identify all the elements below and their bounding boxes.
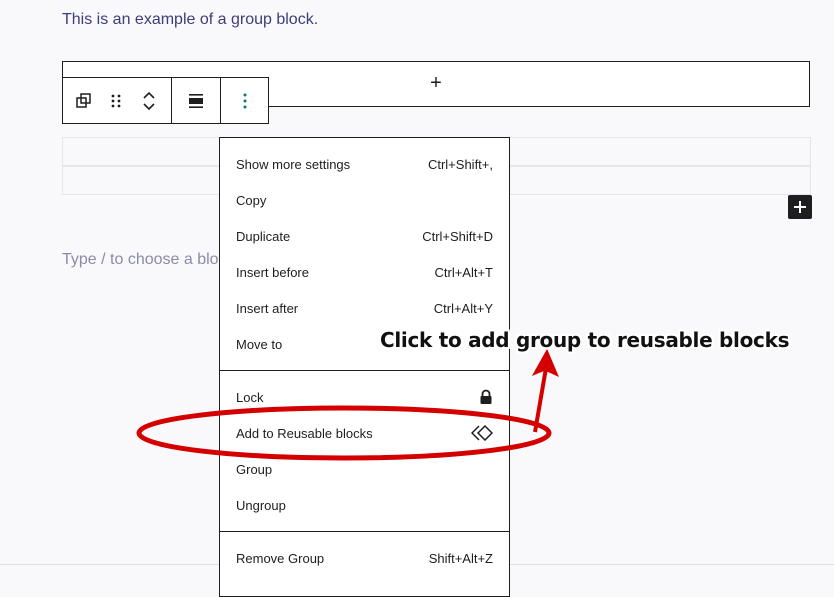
menu-item-add-to-reusable-blocks[interactable]: Add to Reusable blocks [220, 415, 509, 451]
menu-item-label: Insert before [236, 264, 309, 280]
menu-item-insert-after[interactable]: Insert after Ctrl+Alt+Y [220, 290, 509, 326]
menu-item-label: Remove Group [236, 550, 325, 566]
block-movers [127, 78, 171, 123]
menu-item-remove-group[interactable]: Remove Group Shift+Alt+Z [220, 540, 509, 576]
menu-item-show-more-settings[interactable]: Show more settings Ctrl+Shift+, [220, 146, 509, 182]
block-toolbar [62, 77, 269, 124]
menu-item-duplicate[interactable]: Duplicate Ctrl+Shift+D [220, 218, 509, 254]
group-transform-icon [76, 92, 91, 108]
menu-item-label: Copy [236, 192, 267, 208]
menu-item-label: Show more settings [236, 156, 351, 172]
block-options-menu: Show more settings Ctrl+Shift+, Copy Dup… [219, 137, 510, 597]
menu-item-label: Insert after [236, 300, 299, 316]
drag-handle-icon [111, 94, 121, 107]
group-transform-button[interactable] [63, 78, 105, 123]
toolbar-group-align [172, 78, 221, 123]
toolbar-group-options [221, 78, 269, 123]
menu-item-shortcut: Shift+Alt+Z [428, 550, 493, 566]
options-button[interactable] [221, 78, 269, 123]
menu-item-label: Lock [236, 389, 264, 405]
toolbar-group-block [63, 78, 172, 123]
align-button[interactable] [172, 78, 220, 123]
plus-icon [794, 201, 806, 213]
move-down-icon[interactable] [142, 102, 156, 112]
menu-item-ungroup[interactable]: Ungroup [220, 487, 509, 523]
menu-item-label: Duplicate [236, 228, 291, 244]
menu-item-label: Move to [236, 336, 283, 352]
annotation-text: Click to add group to reusable blocks [380, 328, 790, 352]
menu-item-shortcut: Ctrl+Shift+D [422, 228, 493, 244]
empty-paragraph-placeholder[interactable]: Type / to choose a block [62, 251, 222, 269]
menu-section-tools: Lock Add to Reusable blocks Group Ungrou… [220, 371, 509, 532]
block-appender-plus-icon[interactable]: + [426, 73, 446, 93]
menu-item-label: Ungroup [236, 497, 286, 513]
menu-item-label: Add to Reusable blocks [236, 425, 373, 441]
add-block-button[interactable] [788, 195, 812, 219]
menu-item-shortcut: Ctrl+Alt+Y [433, 300, 493, 316]
lock-icon [479, 389, 493, 405]
annotation-arrow [533, 367, 548, 433]
options-icon [243, 93, 247, 108]
menu-item-group[interactable]: Group [220, 451, 509, 487]
menu-item-label: Group [236, 461, 273, 477]
menu-item-insert-before[interactable]: Insert before Ctrl+Alt+T [220, 254, 509, 290]
menu-item-copy[interactable]: Copy [220, 182, 509, 218]
menu-item-lock[interactable]: Lock [220, 379, 509, 415]
drag-handle-button[interactable] [105, 78, 127, 123]
menu-item-shortcut: Ctrl+Alt+T [434, 264, 493, 280]
menu-item-shortcut: Ctrl+Shift+, [427, 156, 493, 172]
arrow-head-icon [531, 348, 559, 377]
align-icon [189, 93, 203, 108]
paragraph-block[interactable]: This is an example of a group block. [62, 11, 318, 29]
move-up-icon[interactable] [142, 90, 156, 100]
reusable-block-icon [471, 425, 493, 441]
menu-section-remove: Remove Group Shift+Alt+Z [220, 532, 509, 584]
